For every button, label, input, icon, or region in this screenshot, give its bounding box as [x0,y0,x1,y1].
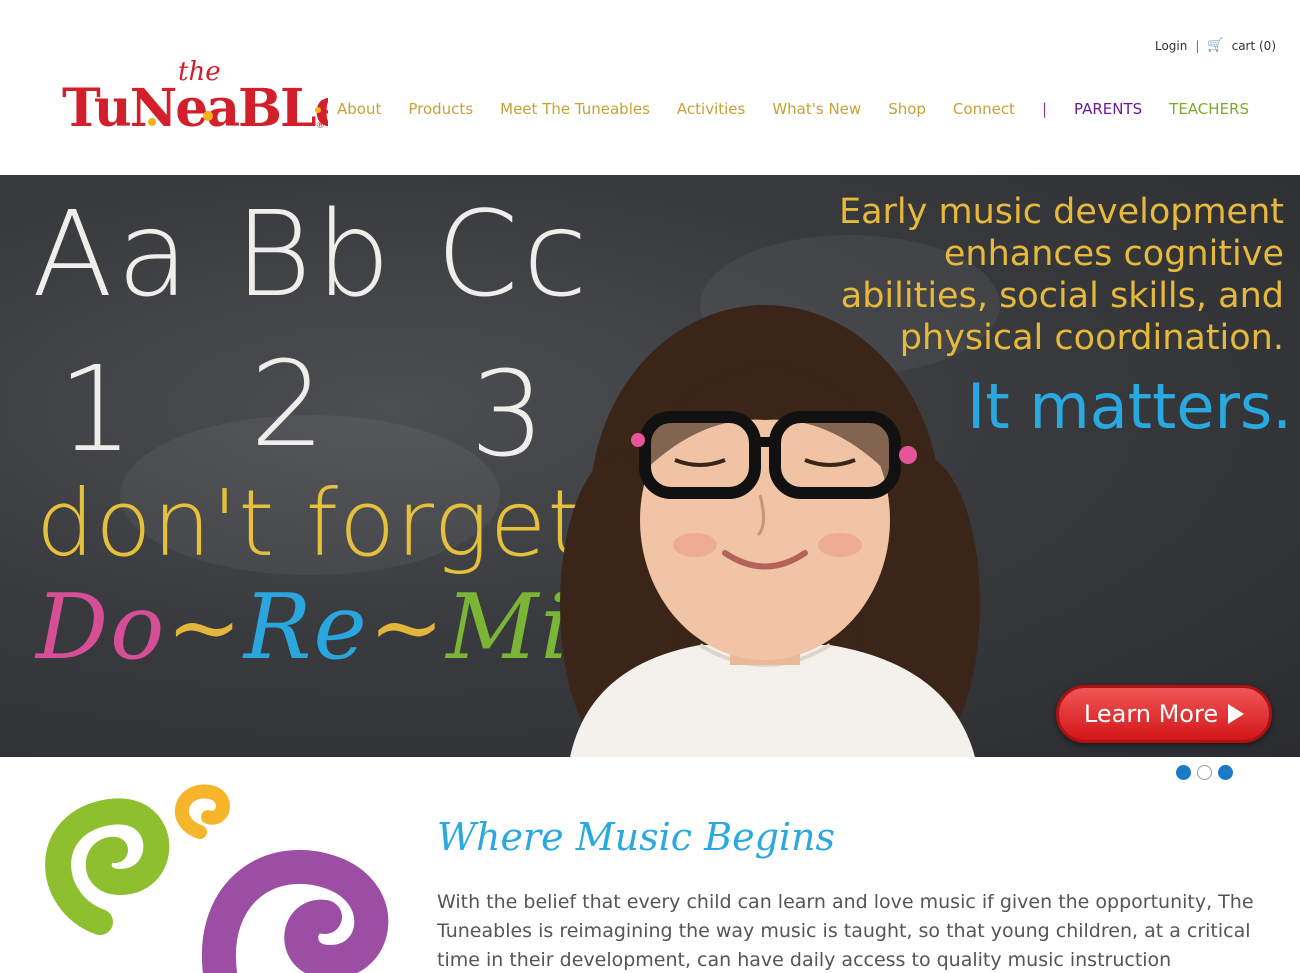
dash-text: ~ [166,575,244,680]
re-text: Re [243,575,369,680]
dont-forget-text: don't forget [36,470,585,577]
it-matters-text: It matters. [967,370,1292,443]
login-link[interactable]: Login [1155,39,1187,53]
hero-banner[interactable]: Aa Bb Cc 1 2 3 don't forget Do~Re~Mi. [0,175,1300,757]
dash-text: ~ [368,575,447,680]
site-header: the TuNeaBLeS ® Login | 🛒 cart (0) About… [0,0,1300,175]
headline-line: Early music development [838,192,1284,232]
carousel-dot-2[interactable] [1197,765,1212,780]
tuneables-logo[interactable]: the TuNeaBLeS ® [60,58,328,136]
main-nav: About Products Meet The Tuneables Activi… [337,100,1249,118]
nav-divider: | [1041,100,1048,118]
nav-teachers[interactable]: TEACHERS [1169,100,1249,118]
svg-text:®: ® [316,121,325,131]
welcome-body: With the belief that every child can lea… [437,891,1254,971]
cart-link[interactable]: cart (0) [1232,39,1276,53]
chalk-number-1: 1 [58,340,138,478]
do-re-mi-text: Do~Re~Mi. [36,574,604,681]
headline-line: enhances cognitive [943,234,1284,274]
utility-separator: | [1195,38,1200,53]
girl-with-glasses-image [560,305,980,757]
learn-more-button[interactable]: Learn More [1056,685,1272,743]
headline-line: abilities, social skills, and [840,276,1284,316]
carousel-dot-1[interactable] [1176,765,1191,780]
hero-headline: Early music development enhances cogniti… [839,191,1284,359]
nav-meet-the-tuneables[interactable]: Meet The Tuneables [500,100,650,118]
headline-line: physical coordination. [899,318,1284,358]
nav-whats-new[interactable]: What's New [772,100,861,118]
carousel-pagination [1176,765,1233,780]
play-arrow-icon [1228,704,1245,724]
nav-about[interactable]: About [337,100,381,118]
utility-bar: Login | 🛒 cart (0) [1155,38,1276,53]
svg-text:TuNeaBLeS: TuNeaBLeS [62,78,328,136]
do-text: Do [36,575,167,680]
nav-parents[interactable]: PARENTS [1074,100,1142,118]
welcome-title: Where Music Begins [437,815,836,859]
cart-icon[interactable]: 🛒 [1207,38,1223,53]
nav-shop[interactable]: Shop [888,100,926,118]
nav-products[interactable]: Products [408,100,473,118]
nav-activities[interactable]: Activities [677,100,745,118]
learn-more-label: Learn More [1083,700,1219,728]
chalk-number-2: 2 [250,335,330,473]
chalk-letters: Aa Bb Cc [32,185,592,323]
carousel-dot-3[interactable] [1218,765,1233,780]
decorative-swirls-icon [45,784,389,973]
nav-connect[interactable]: Connect [953,100,1015,118]
